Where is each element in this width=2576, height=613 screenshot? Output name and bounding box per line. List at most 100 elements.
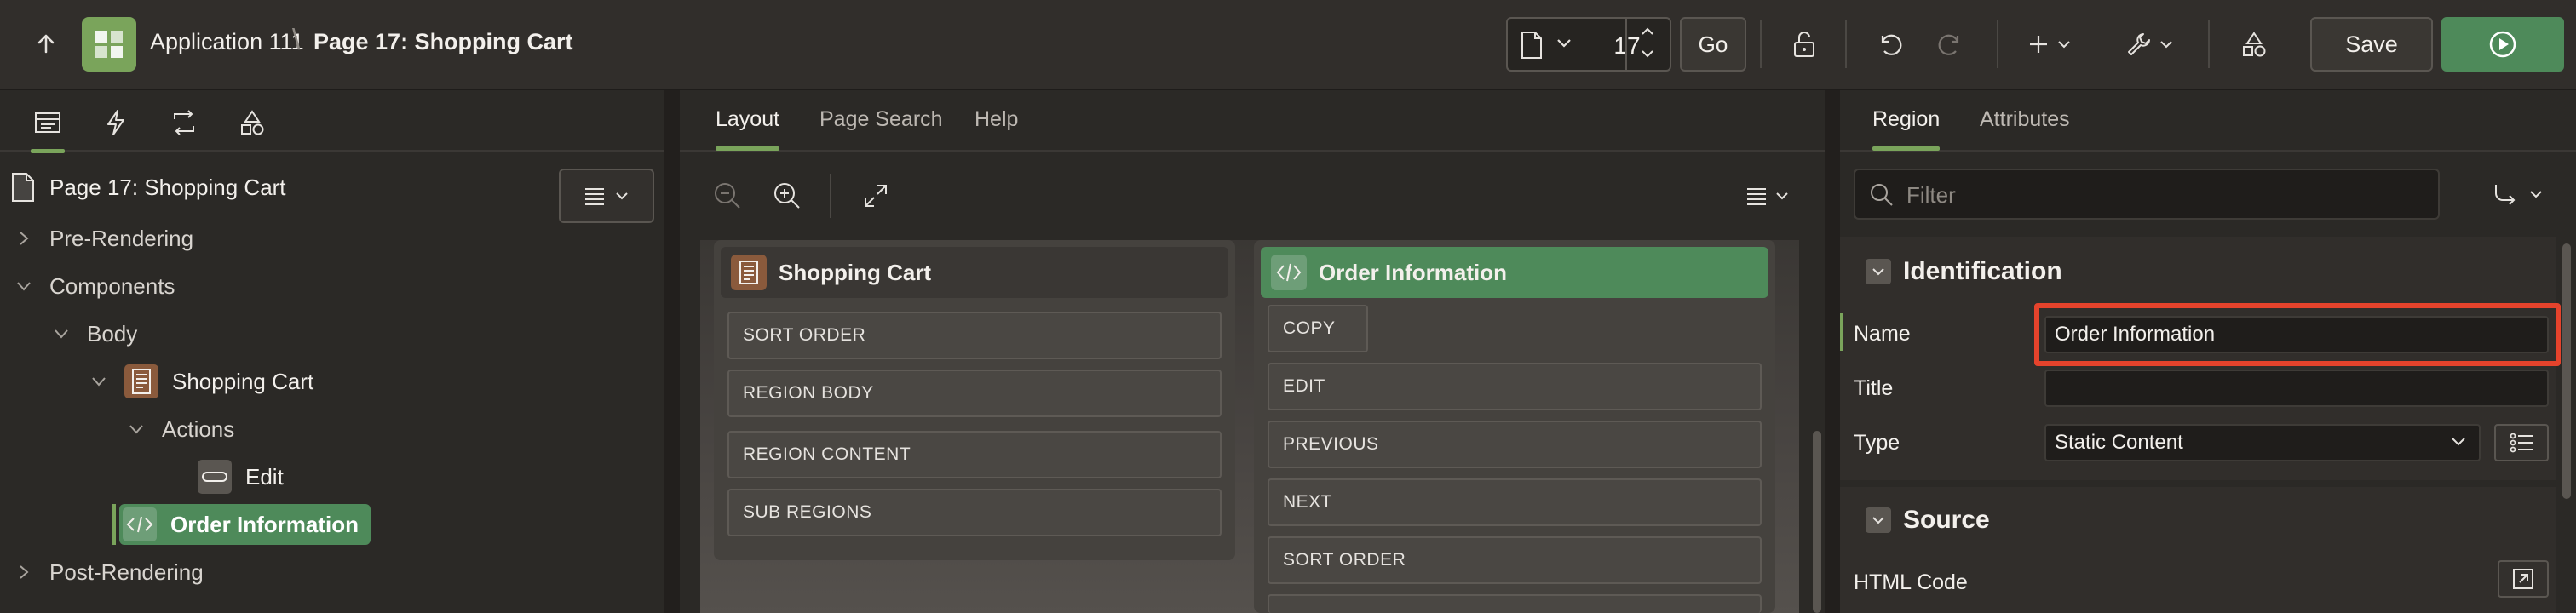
page-list-chevron-down-icon[interactable] (1555, 37, 1573, 49)
type-select[interactable]: Static Content (2044, 424, 2481, 461)
lock-page-button[interactable] (1780, 20, 1828, 68)
right-splitter[interactable] (1825, 90, 1840, 613)
play-icon (2489, 31, 2516, 58)
go-button[interactable]: Go (1680, 17, 1746, 72)
tree-node-order-information[interactable]: Order Information (119, 504, 371, 545)
region-shopping-cart[interactable]: Shopping Cart SORT ORDER REGION BODY REG… (714, 240, 1235, 560)
slot-region-body[interactable]: REGION BODY (727, 370, 1222, 417)
tree-root-label: Page 17: Shopping Cart (49, 174, 286, 200)
type-label: Type (1854, 431, 1900, 455)
header-bar: Application 111 \ Page 17: Shopping Cart… (0, 0, 2576, 90)
name-field[interactable]: Order Information (2044, 316, 2549, 353)
region-order-information[interactable]: Order Information COPY EDIT PREVIOUS NEX… (1254, 240, 1775, 613)
chevron-down-icon[interactable] (128, 423, 145, 435)
zoom-in-button[interactable] (768, 177, 806, 215)
undo-icon (1881, 34, 1902, 55)
slot-region-content[interactable]: REGION CONTENT (727, 431, 1222, 478)
section-header-source[interactable]: Source (1854, 506, 1990, 535)
region-header[interactable]: Order Information (1261, 247, 1768, 298)
slot-next[interactable]: NEXT (1268, 478, 1762, 526)
open-code-editor-button[interactable] (2498, 560, 2549, 598)
chevron-down-icon[interactable] (15, 280, 32, 292)
layout-scrollbar[interactable] (1813, 431, 1821, 613)
page-document-icon[interactable] (1520, 31, 1544, 60)
chevron-right-icon[interactable] (18, 564, 30, 581)
chevron-down-icon[interactable] (1639, 48, 1656, 60)
zoom-out-button[interactable] (709, 177, 746, 215)
static-content-code-icon (123, 507, 157, 541)
center-panel-tabs: Layout Page Search Help (680, 90, 1825, 152)
slot-sub-regions[interactable]: SUB REGIONS (727, 489, 1222, 536)
chevron-down-icon[interactable] (53, 328, 70, 340)
save-button[interactable]: Save (2310, 17, 2433, 72)
dynamic-actions-icon (107, 110, 124, 135)
breadcrumb-app[interactable]: Application 111 (150, 29, 304, 55)
rendering-tree-panel: Page 17: Shopping Cart Pre-Rendering Com… (0, 90, 664, 613)
tree-node-components[interactable]: Components (12, 266, 175, 306)
tab-region[interactable]: Region (1872, 107, 1941, 151)
tree-node-actions[interactable]: Actions (124, 409, 234, 450)
slot-previous[interactable]: PREVIOUS (1268, 421, 1762, 468)
title-label: Title (1854, 376, 1894, 400)
collapse-toggle[interactable] (1866, 507, 1891, 533)
tree-node-edit[interactable]: Edit (198, 456, 284, 497)
utilities-menu-button[interactable] (2118, 20, 2182, 68)
static-content-code-icon (1271, 255, 1307, 290)
tree-node-pre-rendering[interactable]: Pre-Rendering (12, 218, 193, 259)
create-menu-button[interactable] (2017, 20, 2082, 68)
tab-dynamic-actions[interactable] (89, 99, 143, 146)
chevron-down-icon (2160, 41, 2172, 49)
slot-partial[interactable] (1268, 594, 1762, 613)
rendering-tree-icon (35, 112, 60, 133)
layout-menu-button[interactable] (1738, 177, 1797, 215)
tree-node-post-rendering[interactable]: Post-Rendering (12, 552, 204, 593)
title-field[interactable] (2044, 370, 2549, 407)
type-list-button[interactable] (2494, 424, 2549, 461)
filter-input[interactable] (1906, 180, 2418, 209)
tab-page-search[interactable]: Page Search (819, 107, 943, 132)
section-title: Source (1903, 506, 1990, 534)
tab-processing[interactable] (157, 99, 211, 146)
run-page-button[interactable] (2441, 17, 2564, 72)
divider (2208, 20, 2210, 68)
button-icon (198, 460, 232, 494)
tab-help[interactable]: Help (975, 107, 1018, 132)
tree-menu-button[interactable] (559, 169, 654, 223)
app-grid-icon (95, 31, 123, 58)
tree-node-label: Order Information (170, 511, 359, 537)
tab-attributes[interactable]: Attributes (1980, 107, 2070, 132)
redo-button[interactable] (1927, 20, 1975, 68)
page-document-icon (12, 173, 34, 202)
shared-components-button[interactable] (2230, 20, 2278, 68)
tab-shared-components[interactable] (225, 99, 279, 146)
left-panel-tabs (0, 90, 664, 153)
chevron-right-icon[interactable] (18, 230, 30, 247)
tree-node-shopping-cart[interactable]: Shopping Cart (87, 361, 313, 402)
tab-rendering[interactable] (20, 99, 75, 153)
tree-root-page[interactable]: Page 17: Shopping Cart (10, 169, 286, 206)
layout-toolbar (680, 153, 1825, 235)
divider (1845, 20, 1847, 68)
section-header-identification[interactable]: Identification (1854, 257, 2062, 286)
slot-sort-order[interactable]: SORT ORDER (727, 312, 1222, 359)
chevron-up-icon[interactable] (1639, 26, 1656, 37)
tab-layout[interactable]: Layout (716, 107, 780, 151)
slot-edit[interactable]: EDIT (1268, 363, 1762, 410)
expand-button[interactable] (857, 177, 894, 215)
slot-copy[interactable]: COPY (1268, 305, 1368, 352)
chevron-down-icon[interactable] (90, 375, 107, 387)
undo-button[interactable] (1866, 20, 1913, 68)
page-number-stepper[interactable] (1625, 17, 1671, 72)
collapse-toggle[interactable] (1866, 259, 1891, 284)
left-splitter[interactable] (664, 90, 680, 613)
right-panel-tabs: Region Attributes (1840, 90, 2576, 152)
tree-node-body[interactable]: Body (49, 313, 137, 354)
go-to-group-button[interactable] (2474, 169, 2562, 220)
zoom-in-icon (774, 183, 800, 209)
list-icon (2510, 433, 2533, 453)
navigate-up-button[interactable] (20, 17, 72, 72)
property-editor-scrollbar[interactable] (2562, 243, 2571, 499)
app-icon[interactable] (82, 17, 136, 72)
region-header[interactable]: Shopping Cart (721, 247, 1228, 298)
slot-sort-order[interactable]: SORT ORDER (1268, 536, 1762, 584)
